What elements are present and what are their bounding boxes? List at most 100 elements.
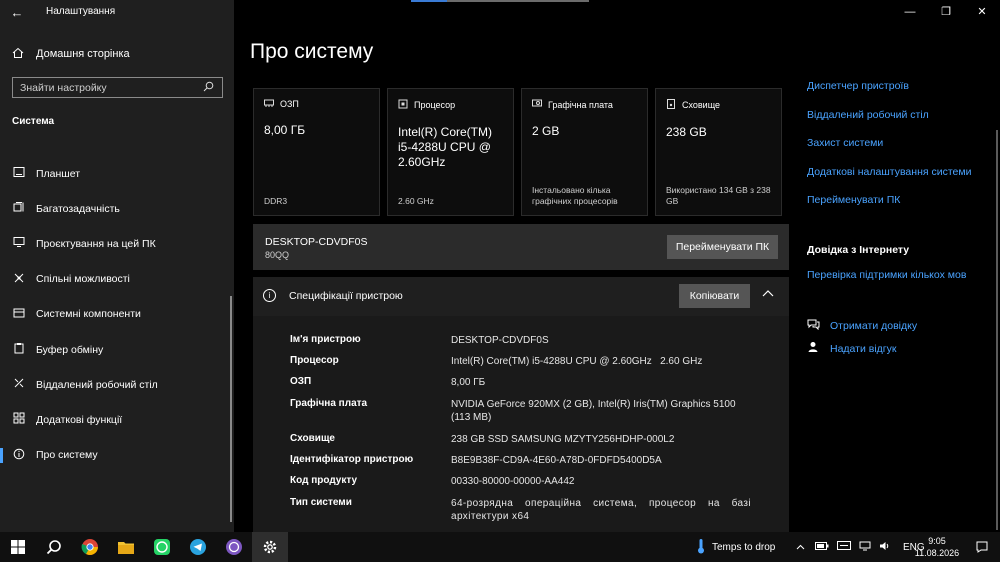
summary-cards: ОЗП 8,00 ГБ DDR3 Процесор Intel(R) Core(… xyxy=(253,88,782,216)
card-gpu: Графічна плата 2 GB Інстальовано кілька … xyxy=(521,88,648,216)
chevron-up-icon[interactable] xyxy=(762,286,774,300)
settings-search-input[interactable] xyxy=(13,81,198,94)
card-label: Процесор xyxy=(414,100,456,110)
sidebar-item-about[interactable]: Про систему xyxy=(0,438,234,473)
device-specs-title: Специфікації пристрою xyxy=(289,290,403,302)
weather-widget[interactable]: Temps to drop xyxy=(696,532,775,562)
sidebar-item-optional-features[interactable]: Додаткові функції xyxy=(0,402,234,437)
close-button[interactable]: ✕ xyxy=(964,0,1000,24)
telegram-icon[interactable] xyxy=(180,532,216,562)
network-icon[interactable] xyxy=(859,541,871,554)
main-scrollbar[interactable] xyxy=(996,130,998,530)
device-name: DESKTOP-CDVDF0S xyxy=(265,236,368,248)
sidebar-item-shared-experiences[interactable]: Спільні можливості xyxy=(0,262,234,297)
card-value: 8,00 ГБ xyxy=(264,123,306,137)
card-cpu: Процесор Intel(R) Core(TM) i5-4288U CPU … xyxy=(387,88,514,216)
multitasking-icon xyxy=(12,201,26,216)
cpu-icon xyxy=(398,99,408,111)
card-storage: Сховище 238 GB Використано 134 GB з 238 … xyxy=(655,88,782,216)
minimize-button[interactable]: — xyxy=(892,0,928,24)
shared-experiences-icon xyxy=(12,272,26,287)
card-label: Сховище xyxy=(682,100,721,110)
feedback-link[interactable]: Надати відгук xyxy=(807,341,896,356)
maximize-button[interactable]: ❐ xyxy=(928,0,964,24)
battery-icon[interactable] xyxy=(815,541,829,553)
get-help-link[interactable]: Отримати довідку xyxy=(807,318,917,333)
system-tray: ENG xyxy=(796,532,925,562)
clock-date: 11.08.2026 xyxy=(914,548,960,558)
sidebar-item-tablet[interactable]: Планшет xyxy=(0,156,234,191)
projecting-icon xyxy=(12,236,26,251)
storage-icon xyxy=(666,99,676,111)
card-label: Графічна плата xyxy=(548,99,613,110)
sidebar-item-projecting[interactable]: Проєктування на цей ПК xyxy=(0,226,234,261)
home-icon xyxy=(12,47,26,62)
help-heading: Довідка з Інтернету xyxy=(807,244,910,256)
storage-tray-icon[interactable] xyxy=(837,541,851,553)
link-device-manager[interactable]: Диспетчер пристроїв xyxy=(807,80,971,109)
card-value: 238 GB xyxy=(666,125,707,139)
spec-value: 00330-80000-00000-AA442 xyxy=(451,476,575,487)
rename-pc-button[interactable]: Перейменувати ПК xyxy=(667,235,778,259)
sidebar-item-label: Додаткові функції xyxy=(36,413,123,426)
link-language-support[interactable]: Перевірка підтримки кількох мов xyxy=(807,269,966,281)
notification-icon[interactable] xyxy=(976,532,988,562)
spec-value: 8,00 ГБ xyxy=(451,377,486,388)
link-advanced-system-settings[interactable]: Додаткові налаштування системи xyxy=(807,166,971,195)
spec-value: B8E9B38F-CD9A-4E60-A78D-0FDFD5400D5A xyxy=(451,455,662,466)
whatsapp-icon[interactable] xyxy=(144,532,180,562)
card-subtext: DDR3 xyxy=(264,196,288,206)
copy-button[interactable]: Копіювати xyxy=(679,284,750,308)
sidebar-item-remote-desktop[interactable]: Віддалений робочий стіл xyxy=(0,367,234,402)
device-model: 80QQ xyxy=(265,250,290,260)
top-indicator xyxy=(411,0,589,2)
taskbar: Temps to drop ENG 9:05 11.08.2026 xyxy=(0,532,1000,562)
spec-value: 64-розрядна операційна система, процесор… xyxy=(451,498,751,522)
link-rename-pc[interactable]: Перейменувати ПК xyxy=(807,194,971,223)
back-button[interactable]: ← xyxy=(6,2,28,22)
spec-key: Ідентифікатор пристрою xyxy=(290,454,414,465)
start-icon[interactable] xyxy=(0,532,36,562)
chrome-icon[interactable] xyxy=(72,532,108,562)
clipboard-icon xyxy=(12,342,26,357)
search-icon[interactable] xyxy=(36,532,72,562)
settings-search-box[interactable] xyxy=(12,77,223,98)
clock-time: 9:05 xyxy=(928,536,946,546)
tablet-icon xyxy=(12,166,26,181)
title-bar: ← Налаштування xyxy=(0,0,234,24)
chevron-up-icon[interactable] xyxy=(796,542,805,553)
clock[interactable]: 9:05 11.08.2026 xyxy=(912,535,962,559)
section-heading: Система xyxy=(12,116,55,127)
settings-icon[interactable] xyxy=(252,532,288,562)
home-label: Домашня сторінка xyxy=(36,48,130,60)
sidebar-item-label: Буфер обміну xyxy=(36,343,104,356)
file-explorer-icon[interactable] xyxy=(108,532,144,562)
sidebar-scrollbar[interactable] xyxy=(230,296,232,522)
home-link[interactable]: Домашня сторінка xyxy=(12,44,130,64)
spec-value: Intel(R) Core(TM) i5-4288U CPU @ 2.60GHz… xyxy=(451,356,703,367)
spec-key: Графічна плата xyxy=(290,398,368,409)
spec-value: NVIDIA GeForce 920MX (2 GB), Intel(R) Ir… xyxy=(451,399,736,423)
card-value: Intel(R) Core(TM) i5-4288U CPU @ 2.60GHz xyxy=(398,125,493,169)
sidebar-item-multitasking[interactable]: Багатозадачність xyxy=(0,191,234,226)
device-specs-body: Ім'я пристрою DESKTOP-CDVDF0S Процесор Int… xyxy=(253,316,789,532)
link-remote-desktop[interactable]: Віддалений робочий стіл xyxy=(807,109,971,138)
spec-key: Сховище xyxy=(290,433,335,444)
thermometer-icon xyxy=(696,538,706,557)
sidebar-item-clipboard[interactable]: Буфер обміну xyxy=(0,332,234,367)
link-system-protection[interactable]: Захист системи xyxy=(807,137,971,166)
sidebar-item-system-components[interactable]: Системні компоненти xyxy=(0,297,234,332)
back-arrow-icon: ← xyxy=(10,4,24,20)
card-subtext: Інстальовано кілька графічних процесорів xyxy=(532,185,618,206)
card-subtext: Використано 134 GB з 238 GB xyxy=(666,185,771,206)
sidebar-item-label: Планшет xyxy=(36,167,81,180)
volume-icon[interactable] xyxy=(879,541,891,554)
sidebar-item-label: Спільні можливості xyxy=(36,273,130,286)
spec-key: Тип системи xyxy=(290,497,352,508)
optional-features-icon xyxy=(12,412,26,427)
info-icon xyxy=(12,448,26,463)
search-icon[interactable] xyxy=(198,81,218,95)
viber-icon[interactable] xyxy=(216,532,252,562)
weather-text: Temps to drop xyxy=(712,541,776,553)
window-controls: — ❐ ✕ xyxy=(892,0,1000,24)
